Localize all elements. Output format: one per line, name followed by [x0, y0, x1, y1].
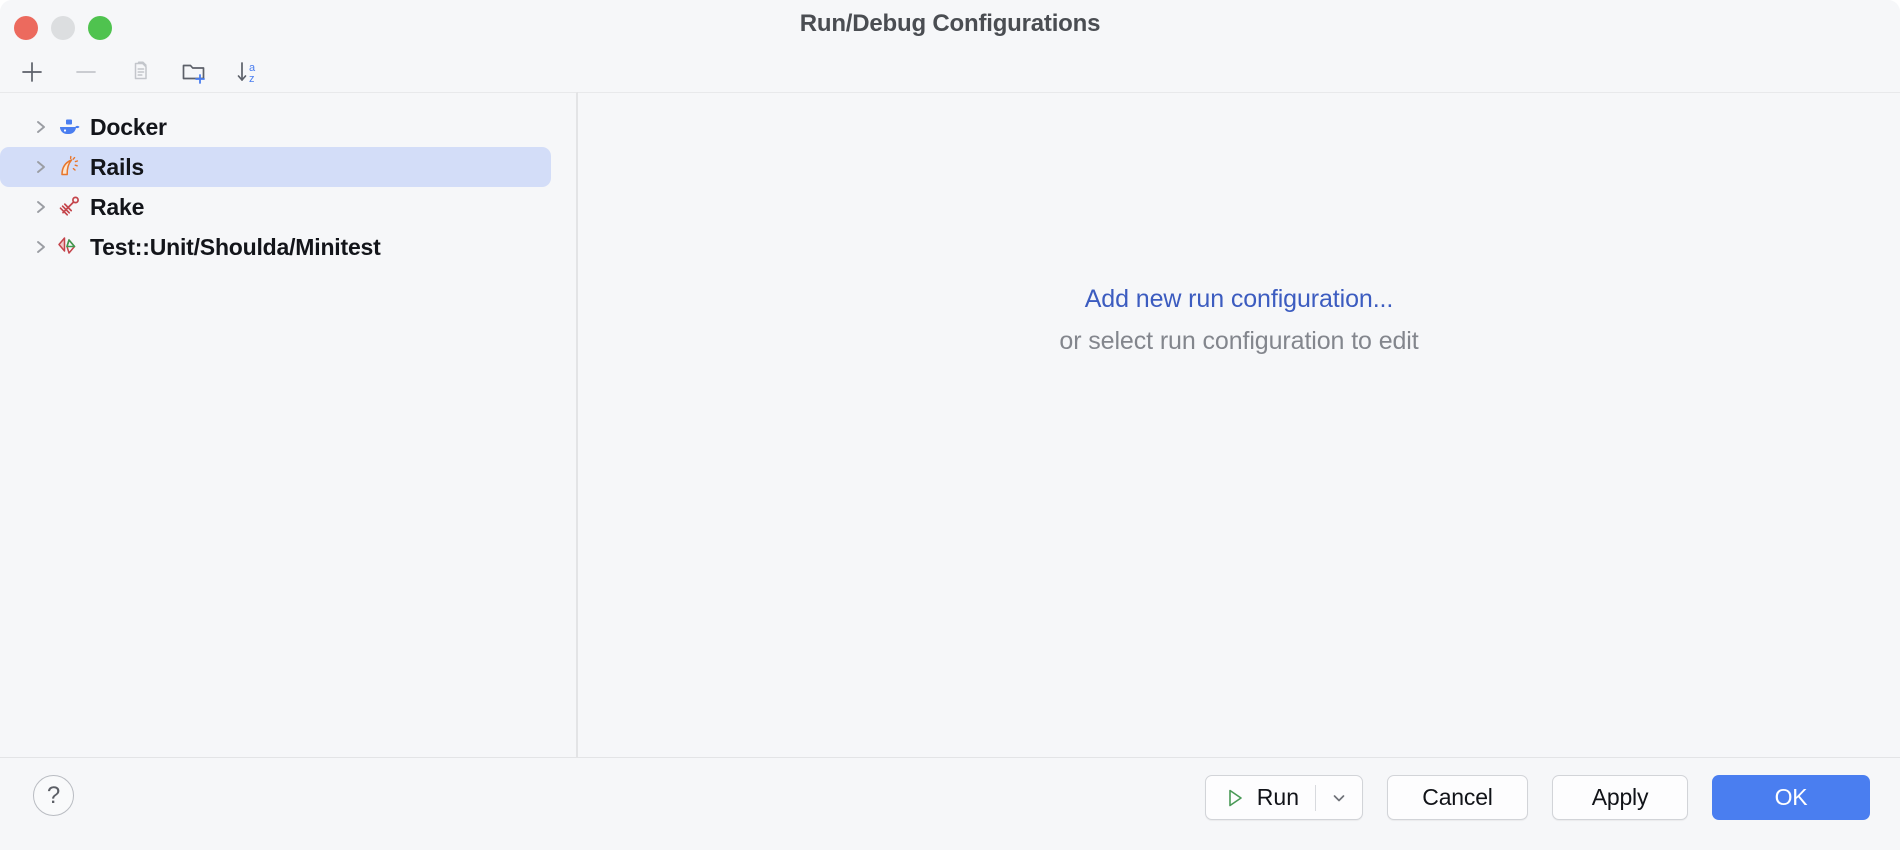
plus-icon [23, 63, 41, 81]
window-title: Run/Debug Configurations [0, 10, 1900, 38]
remove-configuration-button[interactable] [64, 54, 108, 90]
or-select-configuration-text: or select run configuration to edit [1059, 327, 1418, 356]
chevron-right-icon[interactable] [28, 237, 54, 257]
sort-alpha-icon: a z [239, 62, 257, 85]
configurations-tree-pane: Docker [0, 92, 577, 757]
run-button-label: Run [1257, 784, 1299, 811]
tree-row[interactable]: Docker [0, 107, 551, 147]
cancel-button[interactable]: Cancel [1387, 775, 1528, 820]
empty-state: Add new run configuration... or select r… [578, 93, 1900, 758]
cancel-button-label: Cancel [1422, 784, 1492, 811]
run-button[interactable]: Run [1206, 775, 1315, 820]
sort-configurations-button[interactable]: a z [226, 54, 270, 90]
ok-button-label: OK [1775, 784, 1808, 811]
rake-icon [54, 194, 84, 220]
run-dropdown-button[interactable] [1316, 775, 1362, 820]
tree-item-label: Rake [90, 194, 144, 221]
apply-button[interactable]: Apply [1552, 775, 1688, 820]
tree-row[interactable]: Rake [0, 187, 551, 227]
configuration-details-pane: Add new run configuration... or select r… [578, 92, 1900, 757]
help-button[interactable]: ? [33, 775, 74, 816]
docker-icon [54, 114, 84, 140]
copy-configuration-button[interactable] [118, 54, 162, 90]
tree-item-label: Test::Unit/Shoulda/Minitest [90, 234, 381, 261]
configurations-tree: Docker [0, 107, 577, 267]
tree-item-label: Rails [90, 154, 144, 181]
chevron-right-icon[interactable] [28, 197, 54, 217]
tree-row[interactable]: Test::Unit/Shoulda/Minitest [0, 227, 551, 267]
dialog-footer: ? Run Cancel [0, 757, 1900, 850]
svg-text:z: z [249, 73, 255, 85]
configurations-toolbar: a z [0, 52, 577, 92]
tree-row[interactable]: Rails [0, 147, 551, 187]
question-mark-icon: ? [47, 782, 60, 810]
new-folder-button[interactable] [172, 54, 216, 90]
run-debug-configurations-dialog: Run/Debug Configurations [0, 0, 1900, 850]
title-bar: Run/Debug Configurations [0, 0, 1900, 56]
add-new-run-configuration-link[interactable]: Add new run configuration... [1085, 285, 1394, 314]
minitest-icon [54, 234, 84, 260]
chevron-right-icon[interactable] [28, 157, 54, 177]
apply-button-label: Apply [1592, 784, 1649, 811]
chevron-right-icon[interactable] [28, 117, 54, 137]
rails-icon [54, 154, 84, 180]
add-configuration-button[interactable] [10, 54, 54, 90]
run-split-button: Run [1205, 775, 1363, 820]
chevron-down-icon [1330, 789, 1348, 807]
copy-icon [136, 62, 147, 78]
tree-item-label: Docker [90, 114, 167, 141]
ok-button[interactable]: OK [1712, 775, 1870, 820]
dialog-content: Docker [0, 92, 1900, 757]
play-icon [1224, 787, 1246, 809]
footer-button-group: Run Cancel Apply OK [1205, 775, 1870, 820]
